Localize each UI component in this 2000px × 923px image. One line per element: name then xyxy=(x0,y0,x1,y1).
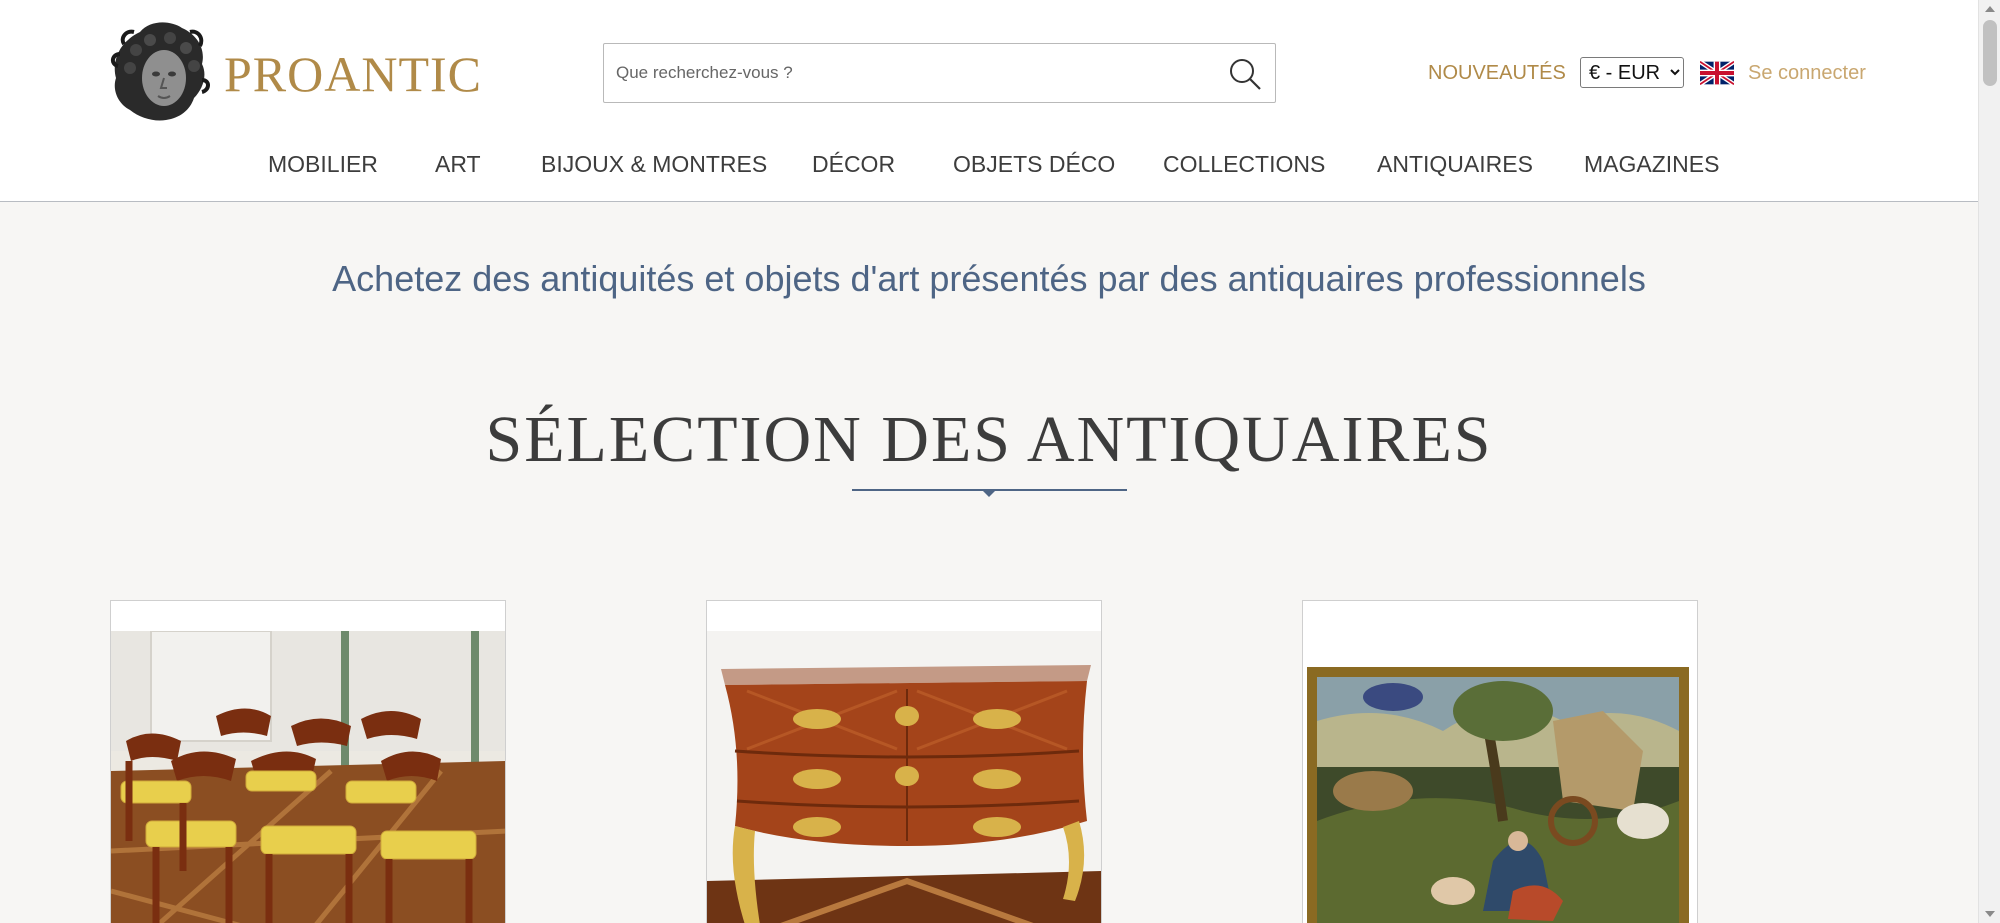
nav-item-decor[interactable]: DÉCOR xyxy=(812,146,895,182)
title-divider-marker xyxy=(982,490,996,497)
search-button[interactable] xyxy=(1225,54,1265,94)
nav-item-magazines[interactable]: MAGAZINES xyxy=(1584,146,1719,182)
nav-item-antiquaires[interactable]: ANTIQUAIRES xyxy=(1377,146,1533,182)
main-nav: MOBILIER ART BIJOUX & MONTRES DÉCOR OBJE… xyxy=(0,146,1978,182)
search-box xyxy=(603,43,1276,103)
search-icon xyxy=(1230,59,1261,90)
commode-photo xyxy=(707,631,1101,923)
site-header: PROANTIC NOUVEAUTÉS € - EUR Se connecter… xyxy=(0,0,1978,202)
chairs-photo xyxy=(111,631,505,923)
nav-item-collections[interactable]: COLLECTIONS xyxy=(1163,146,1325,182)
login-link[interactable]: Se connecter xyxy=(1748,59,1866,87)
uk-flag-icon[interactable] xyxy=(1698,59,1736,87)
vertical-scrollbar[interactable] xyxy=(1978,0,2000,923)
scroll-up-icon[interactable] xyxy=(1985,6,1995,12)
product-card-painting[interactable] xyxy=(1302,600,1698,923)
nav-item-bijoux-montres[interactable]: BIJOUX & MONTRES xyxy=(541,146,767,182)
scroll-down-icon[interactable] xyxy=(1985,911,1995,917)
product-card-chairs[interactable] xyxy=(110,600,506,923)
section-title: SÉLECTION DES ANTIQUAIRES xyxy=(485,403,1493,476)
product-card-commode[interactable] xyxy=(706,600,1102,923)
logo-bust-image[interactable] xyxy=(110,20,210,122)
nouveautes-link[interactable]: NOUVEAUTÉS xyxy=(1428,59,1566,87)
currency-select[interactable]: € - EUR xyxy=(1580,57,1684,88)
search-input[interactable] xyxy=(616,44,1206,102)
logo-text[interactable]: PROANTIC xyxy=(224,44,482,104)
nav-item-art[interactable]: ART xyxy=(435,146,481,182)
nav-item-objets-deco[interactable]: OBJETS DÉCO xyxy=(953,146,1115,182)
page-tagline: Achetez des antiquités et objets d'art p… xyxy=(332,258,1646,299)
painting-photo xyxy=(1303,661,1697,923)
scroll-thumb[interactable] xyxy=(1983,20,1997,86)
nav-item-mobilier[interactable]: MOBILIER xyxy=(268,146,378,182)
